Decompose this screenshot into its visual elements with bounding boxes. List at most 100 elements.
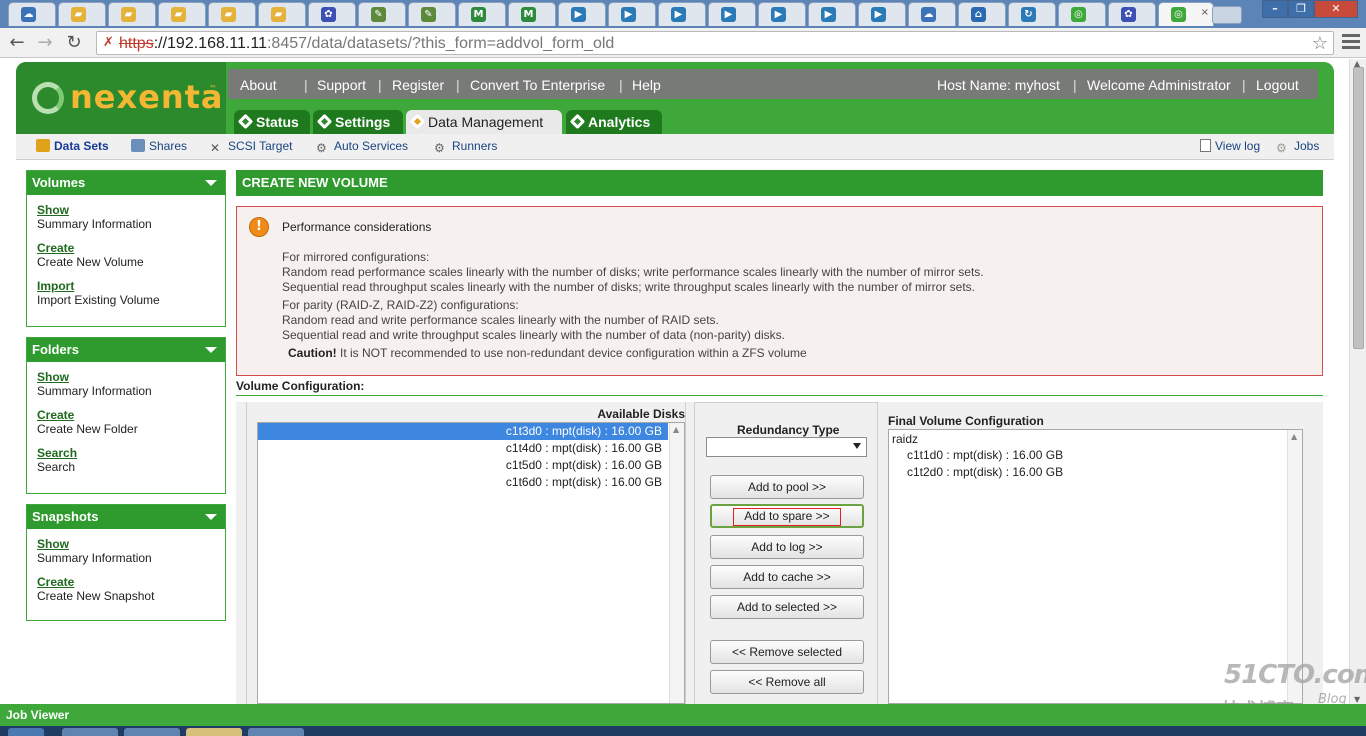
browser-tab[interactable]: M (458, 2, 506, 26)
volumes-panel-header[interactable]: Volumes (27, 171, 225, 195)
folders-show-link[interactable]: Show (37, 370, 215, 384)
available-disks-list[interactable]: c1t3d0 : mpt(disk) : 16.00 GB c1t4d0 : m… (257, 422, 685, 704)
browser-tab-active[interactable]: ◎ × (1158, 2, 1214, 26)
add-to-pool-button[interactable]: Add to pool >> (710, 475, 864, 499)
separator: | (619, 77, 623, 93)
add-to-log-button[interactable]: Add to log >> (710, 535, 864, 559)
browser-tab[interactable]: ▶ (858, 2, 906, 26)
add-to-cache-button[interactable]: Add to cache >> (710, 565, 864, 589)
back-button[interactable]: ← (6, 32, 28, 54)
job-viewer-bar[interactable]: Job Viewer (0, 704, 1366, 726)
browser-tab[interactable]: ▶ (658, 2, 706, 26)
browser-tab[interactable]: ▰ (158, 2, 206, 26)
tree-root[interactable]: raidz (892, 432, 918, 446)
browser-tab[interactable]: ▶ (708, 2, 756, 26)
scroll-up-icon[interactable]: ▲ (1291, 432, 1297, 441)
tab-close-icon[interactable]: × (1201, 7, 1209, 18)
list-item-selected[interactable]: c1t3d0 : mpt(disk) : 16.00 GB (258, 423, 668, 440)
subnav-runners[interactable]: ⚙ Runners (434, 139, 497, 155)
list-item[interactable]: c1t5d0 : mpt(disk) : 16.00 GB (258, 457, 668, 474)
browser-tab[interactable]: ▰ (208, 2, 256, 26)
folders-create-link[interactable]: Create (37, 408, 215, 422)
forward-button[interactable]: → (34, 32, 56, 54)
collapse-arrow-icon[interactable] (205, 347, 217, 353)
list-scrollbar[interactable]: ▲ (669, 423, 684, 703)
collapse-arrow-icon[interactable] (205, 180, 217, 186)
add-to-selected-button[interactable]: Add to selected >> (710, 595, 864, 619)
list-item[interactable]: c1t4d0 : mpt(disk) : 16.00 GB (258, 440, 668, 457)
browser-tab[interactable]: ☁ (908, 2, 956, 26)
subnav-jobs[interactable]: ⚙ Jobs (1276, 139, 1319, 155)
tree-item[interactable]: c1t2d0 : mpt(disk) : 16.00 GB (907, 465, 1063, 479)
folders-panel-header[interactable]: Folders (27, 338, 225, 362)
os-taskbar (0, 726, 1366, 736)
tab-settings[interactable]: Settings (313, 110, 403, 134)
browser-tab[interactable]: ▶ (808, 2, 856, 26)
scrollbar-thumb[interactable] (1353, 67, 1364, 349)
redundancy-type-select[interactable] (706, 437, 867, 457)
browser-tab[interactable]: ✿ (1108, 2, 1156, 26)
bookmark-star-icon[interactable]: ☆ (1312, 33, 1328, 54)
browser-tab[interactable]: ▶ (558, 2, 606, 26)
scroll-up-icon[interactable]: ▲ (673, 425, 679, 434)
volumes-show-link[interactable]: Show (37, 203, 215, 217)
browser-tab[interactable]: M (508, 2, 556, 26)
page-scrollbar[interactable]: ▲ ▼ (1349, 59, 1366, 704)
add-to-spare-button[interactable]: Add to spare >> (710, 504, 864, 528)
new-tab-button[interactable] (1212, 6, 1242, 24)
collapse-arrow-icon[interactable] (205, 514, 217, 520)
taskbar-item[interactable] (124, 728, 180, 736)
browser-menu-icon[interactable] (1342, 34, 1360, 52)
tab-analytics[interactable]: Analytics (566, 110, 662, 134)
link-help[interactable]: Help (632, 77, 661, 93)
subnav-auto-services[interactable]: ⚙ Auto Services (316, 139, 408, 155)
browser-tab[interactable]: ✎ (408, 2, 456, 26)
link-support[interactable]: Support (317, 77, 366, 93)
remove-all-button[interactable]: << Remove all (710, 670, 864, 694)
volumes-import-link[interactable]: Import (37, 279, 215, 293)
address-bar[interactable]: ✗ https://192.168.11.11:8457/data/datase… (96, 31, 1334, 55)
browser-tab[interactable]: ▰ (258, 2, 306, 26)
close-window-button[interactable]: ✕ (1314, 0, 1358, 18)
taskbar-item[interactable] (62, 728, 118, 736)
tab-data-management[interactable]: Data Management (406, 110, 562, 134)
remove-selected-button[interactable]: << Remove selected (710, 640, 864, 664)
address-url[interactable]: https://192.168.11.11:8457/data/datasets… (119, 35, 614, 53)
snapshots-panel-header[interactable]: Snapshots (27, 505, 225, 529)
play-circle-icon: ▶ (821, 7, 836, 22)
snapshots-create-link[interactable]: Create (37, 575, 215, 589)
tab-status[interactable]: Status (234, 110, 310, 134)
start-button[interactable] (8, 728, 44, 736)
browser-tab[interactable]: ▶ (608, 2, 656, 26)
subnav-scsi-target[interactable]: ✕ SCSI Target (210, 139, 292, 155)
browser-tab[interactable]: ▶ (758, 2, 806, 26)
folders-search-link[interactable]: Search (37, 446, 215, 460)
volumes-create-link[interactable]: Create (37, 241, 215, 255)
link-about[interactable]: About (240, 77, 277, 93)
browser-tab[interactable]: ✿ (308, 2, 356, 26)
browser-tab[interactable]: ⌂ (958, 2, 1006, 26)
browser-tab[interactable]: ▰ (58, 2, 106, 26)
browser-tab[interactable]: ↻ (1008, 2, 1056, 26)
subnav-shares[interactable]: Shares (131, 139, 187, 153)
browser-tab[interactable]: ◎ (1058, 2, 1106, 26)
browser-tab[interactable]: ✎ (358, 2, 406, 26)
taskbar-item[interactable] (248, 728, 304, 736)
logout-link[interactable]: Logout (1256, 77, 1299, 93)
scroll-down-icon[interactable]: ▼ (1354, 695, 1360, 704)
reload-button[interactable]: ↻ (63, 32, 85, 54)
taskbar-item[interactable] (186, 728, 242, 736)
list-item[interactable]: c1t6d0 : mpt(disk) : 16.00 GB (258, 474, 668, 491)
subnav-data-sets[interactable]: Data Sets (36, 139, 109, 153)
snapshots-show-link[interactable]: Show (37, 537, 215, 551)
link-register[interactable]: Register (392, 77, 444, 93)
maximize-button[interactable]: ❐ (1288, 0, 1314, 18)
tree-item[interactable]: c1t1d0 : mpt(disk) : 16.00 GB (907, 448, 1063, 462)
browser-tab[interactable]: ☁ (8, 2, 56, 26)
link-convert-enterprise[interactable]: Convert To Enterprise (470, 77, 605, 93)
home-icon: ⌂ (971, 7, 986, 22)
subnav-view-log[interactable]: View log (1200, 139, 1260, 153)
refresh-icon: ↻ (1021, 7, 1036, 22)
minimize-button[interactable]: – (1262, 0, 1288, 18)
browser-tab[interactable]: ▰ (108, 2, 156, 26)
